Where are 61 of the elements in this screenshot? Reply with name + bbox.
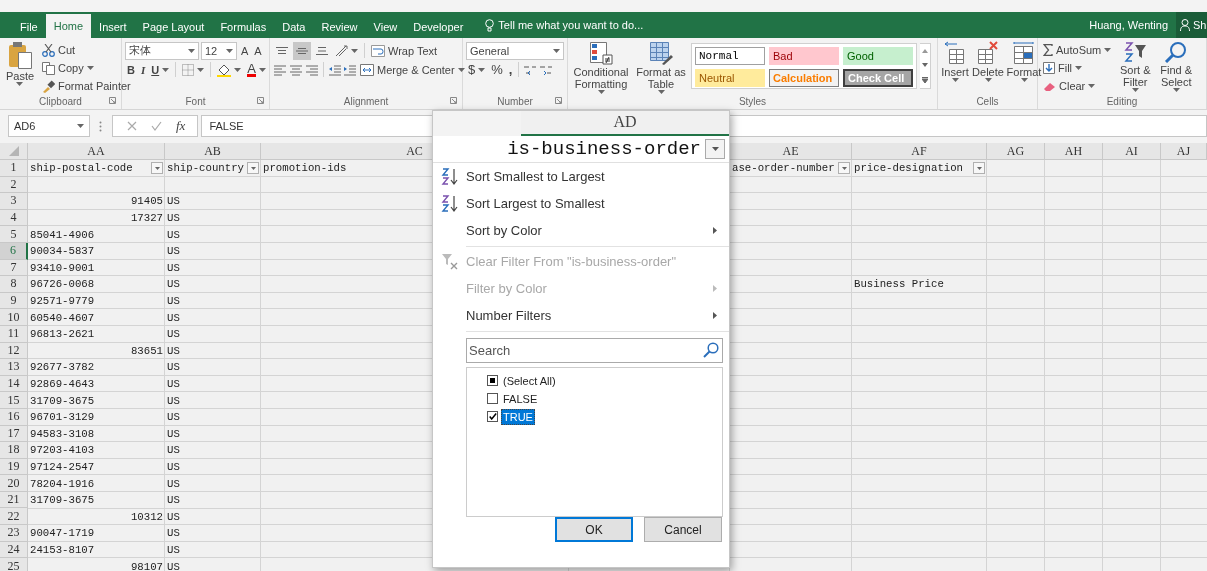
group-label: Editing	[1106, 96, 1138, 107]
table-cell-text: 96726-0068	[29, 277, 96, 293]
header-cell: ase-order-number	[732, 162, 835, 175]
table-cell-text: US	[166, 526, 181, 542]
table-cell-text: US	[166, 244, 181, 260]
table-cell-text: 90034-5837	[29, 244, 96, 260]
group-label: Cells	[976, 96, 999, 107]
table-cell-text: US	[166, 542, 181, 558]
group-label: Font	[185, 96, 206, 107]
table-cell-text: 85041-4906	[29, 227, 96, 243]
group-label: Alignment	[343, 96, 389, 107]
table-cell-text: Business Price	[853, 277, 945, 293]
group-label: Clipboard	[39, 96, 82, 107]
table-cell-text: 92869-4643	[29, 377, 96, 392]
header-cell: ship-postal-code	[30, 162, 133, 175]
table-cell-text: 96813-2621	[29, 327, 96, 343]
table-cell-text: 92677-3782	[29, 360, 96, 376]
table-cell-text: 24153-8107	[29, 542, 96, 558]
table-cell-text: US	[166, 327, 181, 343]
table-cell-text: US	[166, 493, 181, 509]
table-cell-text: US	[166, 343, 181, 359]
table-cell-text: US	[166, 426, 181, 442]
table-cell-text: 94583-3108	[29, 426, 96, 442]
group-label: Styles	[738, 96, 767, 107]
table-cell-text: US	[166, 260, 181, 276]
table-cell-text: 98107	[129, 559, 164, 571]
table-cell-text: 31709-3675	[29, 493, 96, 509]
table-cell-text: US	[166, 393, 181, 409]
group-label: Number	[497, 96, 533, 107]
table-cell-text: US	[166, 410, 181, 426]
table-cell-text: 97124-2547	[29, 460, 96, 475]
table-cell-text: US	[166, 227, 181, 243]
table-cell-text: 92571-9779	[29, 294, 96, 310]
table-cell-text: 91405	[129, 194, 164, 210]
table-cell-text: US	[166, 443, 181, 459]
table-cell-text: US	[166, 460, 181, 475]
table-cell-text: US	[166, 310, 181, 326]
header-cell: promotion-ids	[263, 162, 347, 175]
table-cell-text: 31709-3675	[29, 393, 96, 409]
table-cell-text: 60540-4607	[29, 310, 96, 326]
table-cell-text: US	[166, 559, 181, 571]
table-cell-text: 10312	[129, 509, 164, 525]
user-name: Huang, Wenting	[1089, 18, 1169, 33]
table-cell-text: US	[166, 194, 181, 210]
table-cell-text: US	[166, 360, 181, 376]
table-cell-text: 96701-3129	[29, 410, 96, 426]
table-cell-text: 97203-4103	[29, 443, 96, 459]
table-cell-text: 93410-9001	[29, 260, 96, 276]
table-cell-text: 90047-1719	[29, 526, 96, 542]
header-cell: ship-country	[167, 162, 244, 175]
table-cell-text: US	[166, 476, 181, 492]
table-cell-text: 78204-1916	[29, 476, 96, 492]
table-cell-text: 17327	[129, 211, 164, 227]
header-cell: price-designation	[854, 162, 964, 175]
table-cell-text: US	[166, 509, 181, 525]
table-cell-text: US	[166, 294, 181, 310]
table-cell-text: US	[166, 211, 181, 227]
table-cell-text: US	[166, 277, 181, 293]
column-header: AD	[521, 111, 729, 136]
table-cell-text: 83651	[129, 343, 164, 359]
table-cell-text: US	[166, 377, 181, 392]
